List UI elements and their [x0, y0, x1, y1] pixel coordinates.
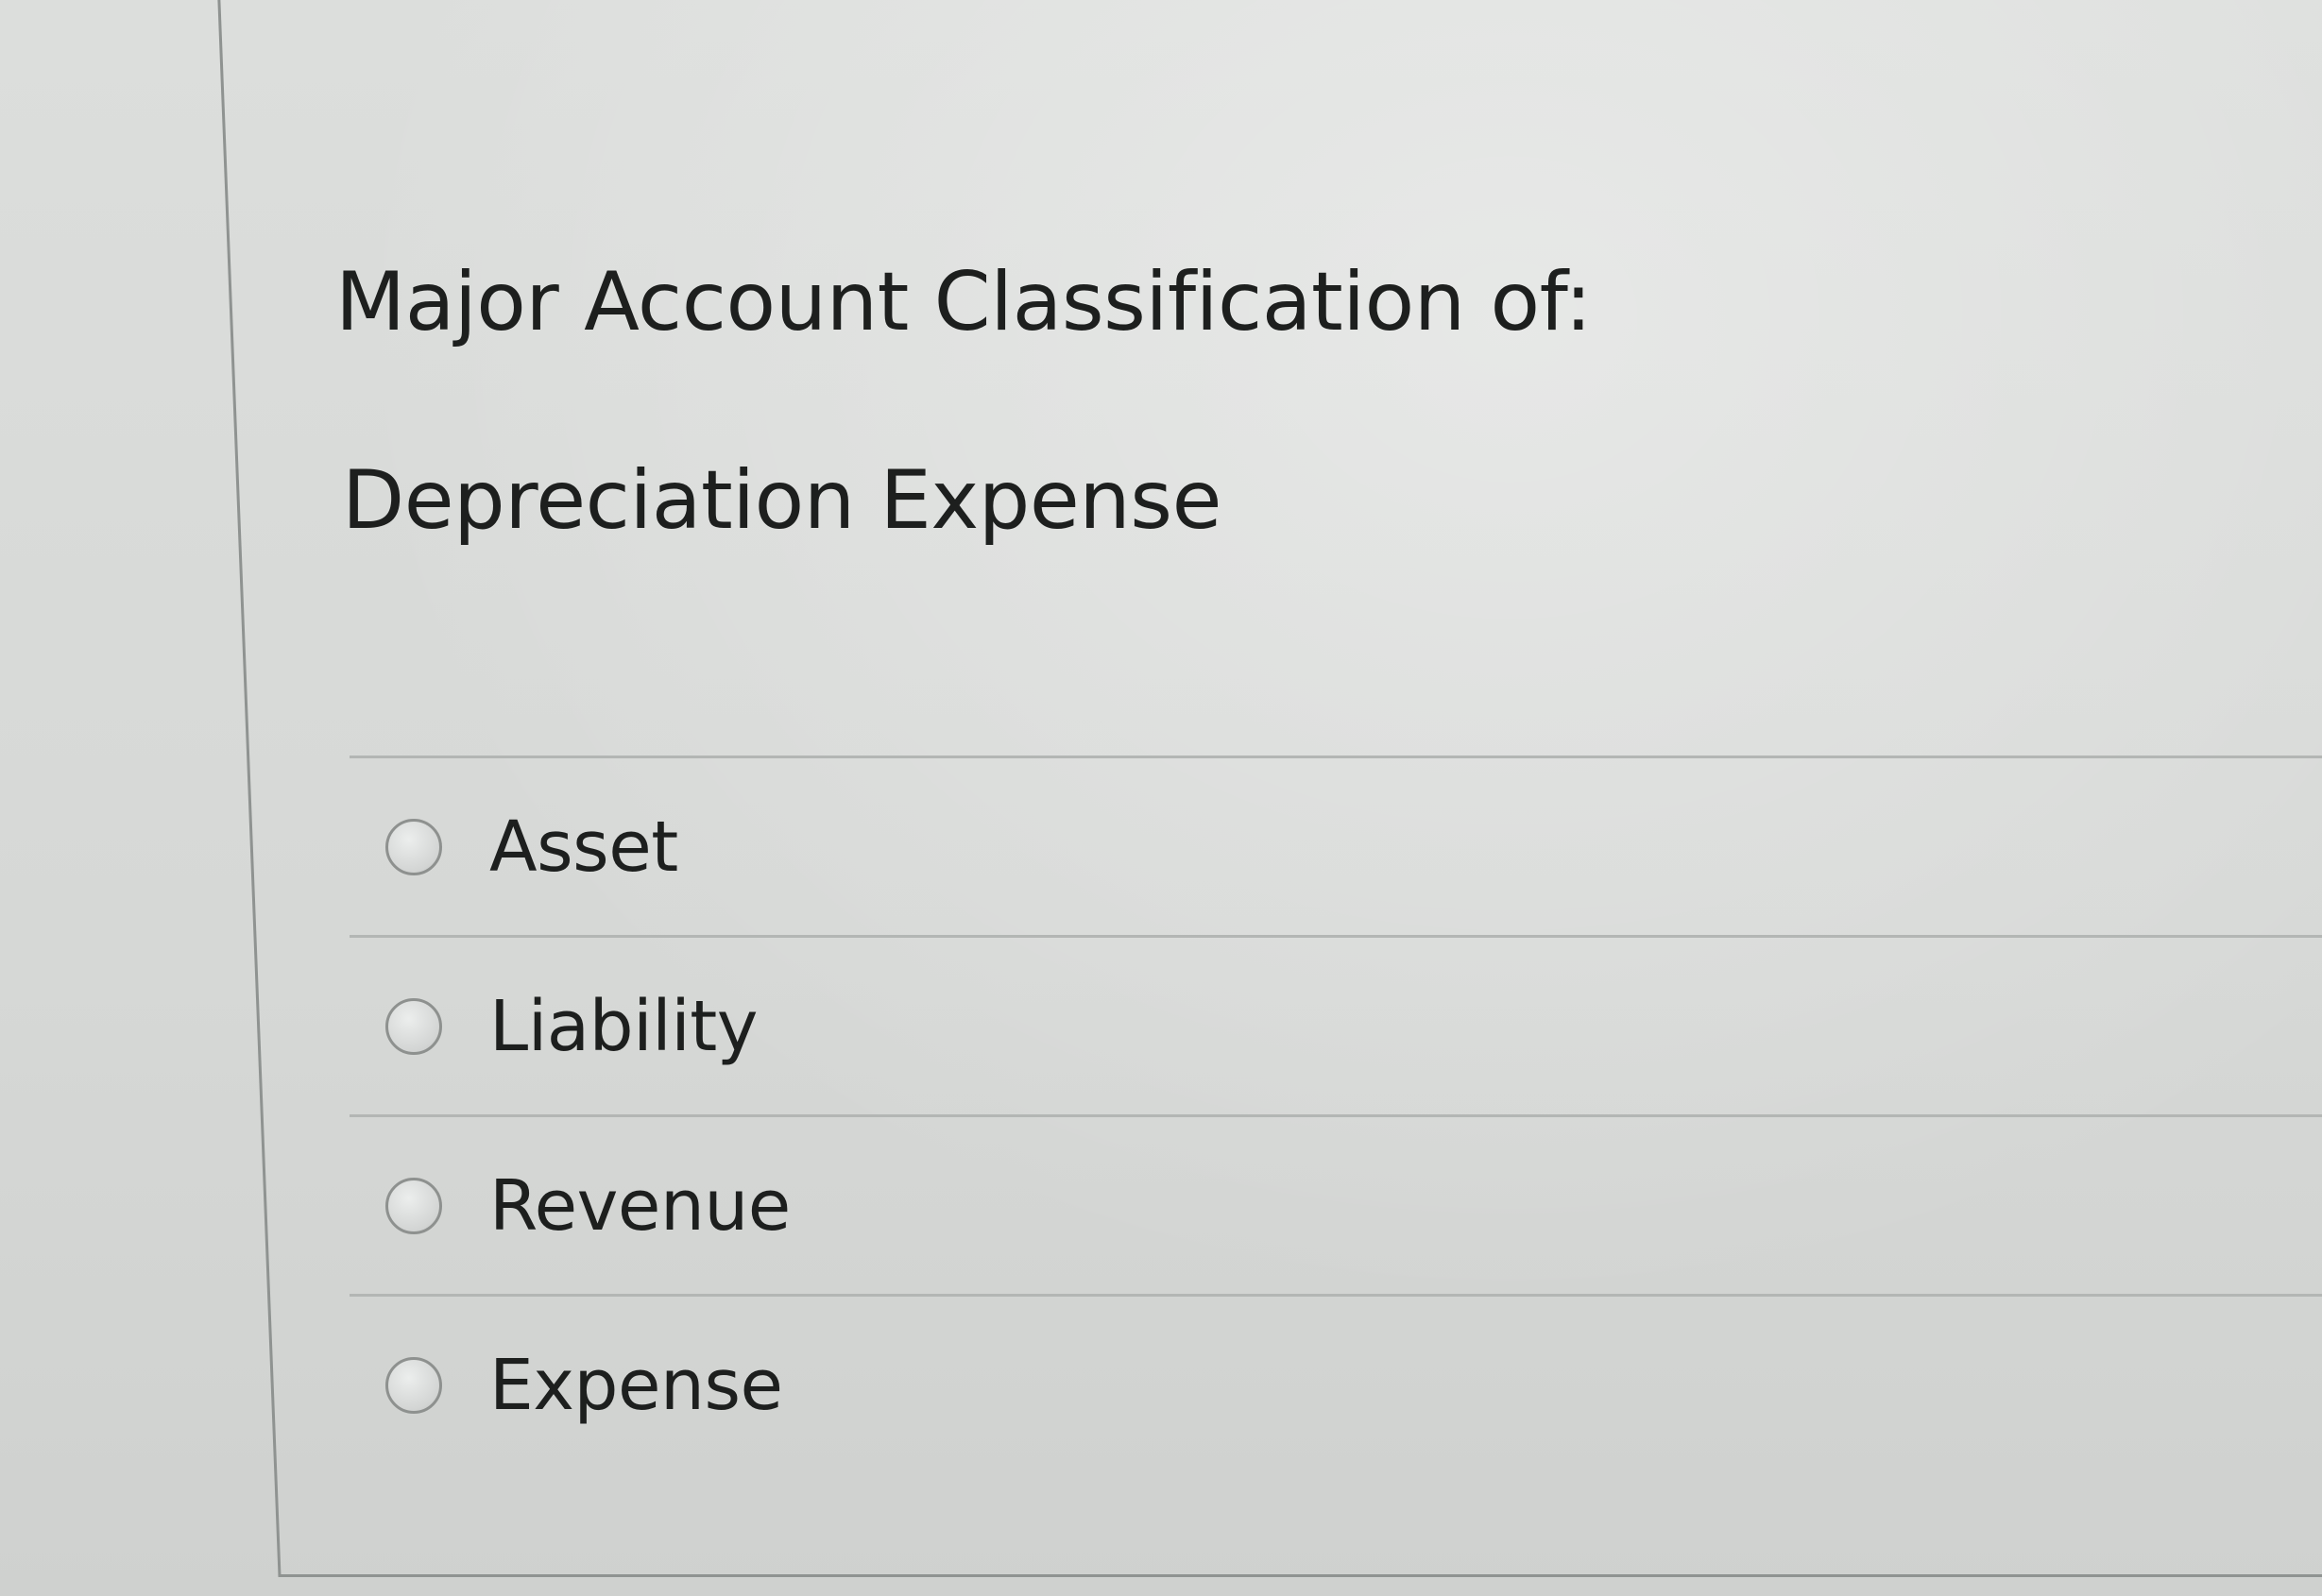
option-label-expense[interactable]: Expense [489, 1345, 783, 1426]
option-label-revenue[interactable]: Revenue [489, 1165, 791, 1247]
option-label-liability[interactable]: Liability [489, 986, 759, 1067]
radio-button-liability[interactable] [385, 997, 442, 1055]
answer-options: Asset Liability Revenue Expense [350, 756, 2322, 1473]
option-liability[interactable]: Liability [350, 938, 2322, 1114]
radio-button-revenue[interactable] [385, 1177, 442, 1234]
radio-button-asset[interactable] [385, 818, 442, 875]
screen-background: Major Account Classification of: Depreci… [0, 0, 2322, 1596]
question-prompt: Major Account Classification of: [335, 255, 1592, 349]
option-revenue[interactable]: Revenue [350, 1117, 2322, 1294]
option-label-asset[interactable]: Asset [489, 806, 678, 888]
question-term: Depreciation Expense [342, 453, 1222, 548]
radio-button-expense[interactable] [385, 1356, 442, 1414]
option-asset[interactable]: Asset [350, 758, 2322, 935]
option-expense[interactable]: Expense [350, 1297, 2322, 1473]
